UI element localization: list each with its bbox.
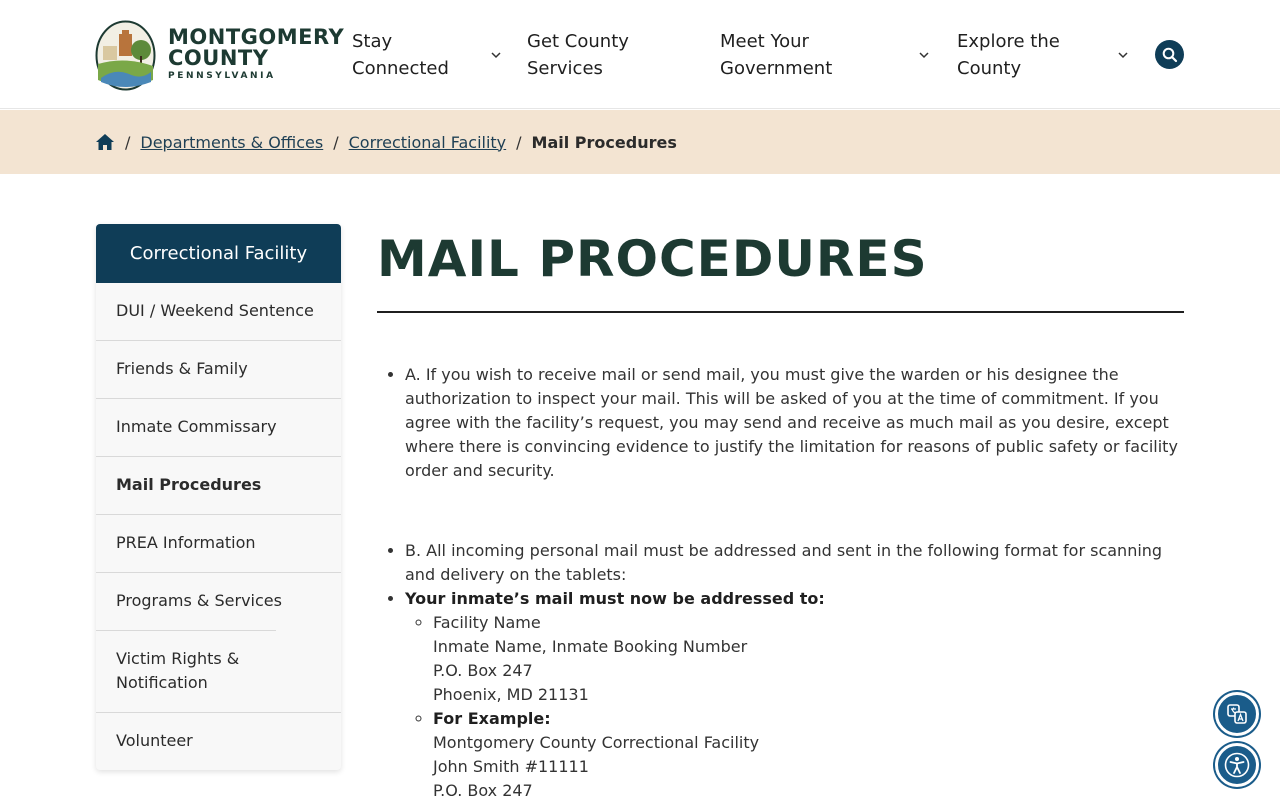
chevron-down-icon bbox=[1118, 52, 1128, 59]
main-content: MAIL PROCEDURES A. If you wish to receiv… bbox=[377, 224, 1184, 800]
sidebar-item-friends-family[interactable]: Friends & Family bbox=[96, 340, 341, 398]
address-line: Inmate Name, Inmate Booking Number bbox=[433, 637, 748, 656]
sidebar-item-dui-weekend-sentence[interactable]: DUI / Weekend Sentence bbox=[96, 283, 341, 340]
procedure-b: B. All incoming personal mail must be ad… bbox=[405, 539, 1184, 587]
address-line: P.O. Box 247 bbox=[433, 661, 533, 680]
logo-line-3: PENNSYLVANIA bbox=[168, 71, 276, 81]
nav-meet-your-government[interactable]: Meet Your Government bbox=[720, 27, 930, 83]
procedure-a: A. If you wish to receive mail or send m… bbox=[405, 363, 1184, 483]
logo-text: MONTGOMERY COUNTY PENNSYLVANIA bbox=[168, 26, 344, 84]
accessibility-icon bbox=[1224, 752, 1250, 778]
sidebar-item-inmate-commissary[interactable]: Inmate Commissary bbox=[96, 398, 341, 456]
nav-label: Meet Your Government bbox=[720, 31, 833, 79]
county-seal-icon bbox=[95, 20, 156, 90]
nav-label: Stay Connected bbox=[352, 31, 449, 79]
logo-line-1: MONTGOMERY bbox=[168, 25, 345, 49]
article-body: A. If you wish to receive mail or send m… bbox=[377, 363, 1184, 800]
translate-button[interactable] bbox=[1215, 692, 1259, 736]
nav-label: Explore the County bbox=[957, 31, 1060, 79]
address-line: Facility Name bbox=[433, 613, 541, 632]
breadcrumb-separator: / bbox=[333, 132, 339, 152]
example-line: Montgomery County Correctional Facility bbox=[433, 733, 760, 752]
example-line: John Smith #11111 bbox=[433, 757, 589, 776]
translate-icon bbox=[1227, 704, 1247, 724]
title-divider bbox=[377, 311, 1184, 313]
sidebar-item-mail-procedures[interactable]: Mail Procedures bbox=[96, 456, 341, 514]
accessibility-button[interactable] bbox=[1215, 743, 1259, 787]
address-format: Facility Name Inmate Name, Inmate Bookin… bbox=[433, 611, 1184, 707]
breadcrumb-separator: / bbox=[516, 132, 522, 152]
site-header: MONTGOMERY COUNTY PENNSYLVANIA Stay Conn… bbox=[0, 0, 1280, 109]
nav-explore-the-county[interactable]: Explore the County bbox=[957, 27, 1129, 83]
county-logo[interactable]: MONTGOMERY COUNTY PENNSYLVANIA bbox=[95, 19, 344, 91]
breadcrumb-current-page: Mail Procedures bbox=[531, 132, 677, 152]
chevron-down-icon bbox=[919, 52, 929, 59]
procedure-list: A. If you wish to receive mail or send m… bbox=[377, 363, 1184, 800]
section-sidebar: Correctional Facility DUI / Weekend Sent… bbox=[96, 224, 341, 770]
page-title: MAIL PROCEDURES bbox=[377, 230, 928, 288]
nav-stay-connected[interactable]: Stay Connected bbox=[352, 27, 502, 83]
breadcrumb-correctional-facility[interactable]: Correctional Facility bbox=[349, 133, 507, 152]
breadcrumb-departments-offices[interactable]: Departments & Offices bbox=[140, 133, 323, 152]
search-button[interactable] bbox=[1155, 40, 1184, 69]
sidebar-item-victim-rights[interactable]: Victim Rights & Notification bbox=[96, 630, 276, 712]
sidebar-item-prea-information[interactable]: PREA Information bbox=[96, 514, 341, 572]
sidebar-title[interactable]: Correctional Facility bbox=[96, 224, 341, 283]
address-heading-item: Your inmate’s mail must now be addressed… bbox=[405, 587, 1184, 800]
sidebar-item-volunteer[interactable]: Volunteer bbox=[96, 712, 341, 770]
address-heading: Your inmate’s mail must now be addressed… bbox=[405, 589, 825, 608]
list-spacer bbox=[405, 483, 1184, 539]
breadcrumb-separator: / bbox=[125, 132, 131, 152]
address-sublist: Facility Name Inmate Name, Inmate Bookin… bbox=[405, 611, 1184, 800]
address-line: Phoenix, MD 21131 bbox=[433, 685, 589, 704]
home-icon[interactable] bbox=[95, 132, 115, 152]
nav-label: Get County Services bbox=[527, 31, 629, 79]
chevron-down-icon bbox=[491, 52, 501, 59]
nav-get-county-services[interactable]: Get County Services bbox=[527, 27, 667, 83]
sidebar-item-programs-services[interactable]: Programs & Services bbox=[96, 572, 341, 630]
address-example: For Example: Montgomery County Correctio… bbox=[433, 707, 1184, 800]
breadcrumb: / Departments & Offices / Correctional F… bbox=[0, 110, 1280, 174]
logo-line-2: COUNTY bbox=[168, 46, 269, 70]
example-line: P.O. Box 247 bbox=[433, 781, 533, 800]
search-icon bbox=[1162, 47, 1177, 62]
example-heading: For Example: bbox=[433, 709, 551, 728]
